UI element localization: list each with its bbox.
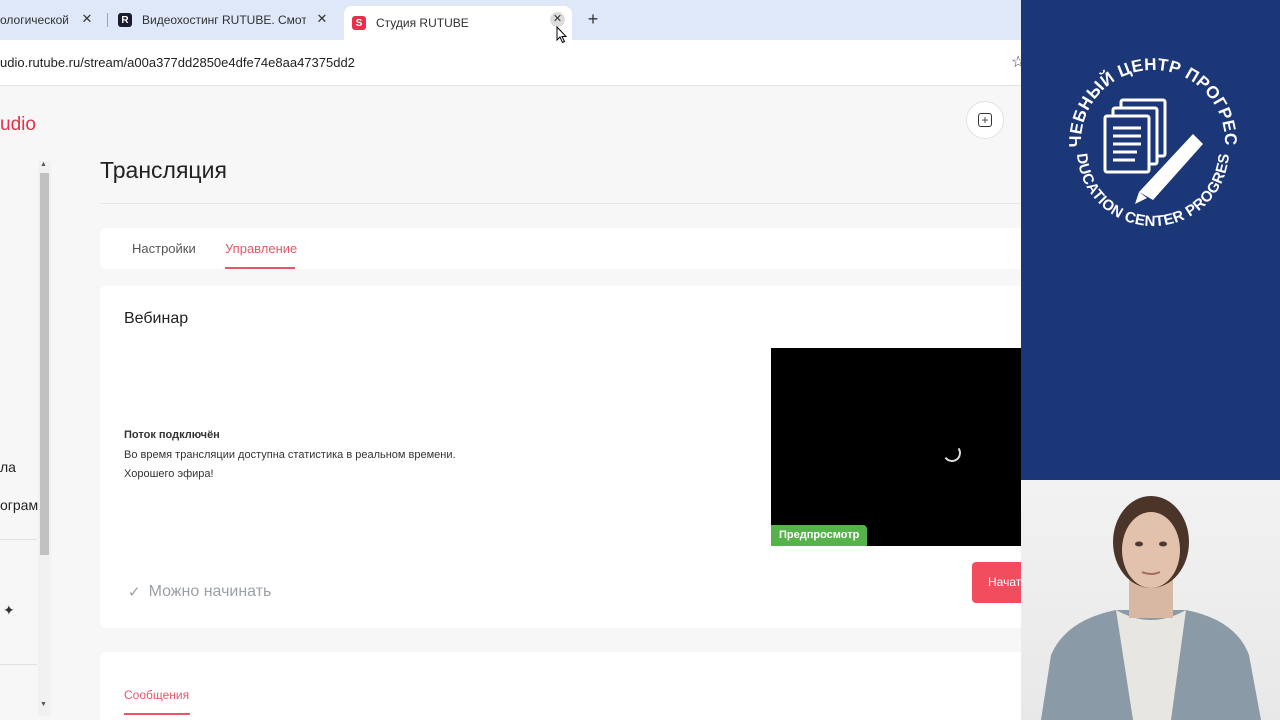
active-tab-underline bbox=[225, 267, 295, 269]
plus-square-icon: + bbox=[978, 113, 992, 127]
tab-messages[interactable]: Сообщения bbox=[124, 688, 189, 702]
preview-badge: Предпросмотр bbox=[771, 525, 868, 546]
add-button[interactable]: + bbox=[966, 101, 1004, 139]
plus-icon[interactable]: ✦ bbox=[3, 602, 15, 619]
scroll-up-icon[interactable]: ▲ bbox=[40, 161, 47, 168]
stream-status-title: Поток подключён bbox=[124, 429, 220, 441]
title-divider bbox=[100, 203, 1021, 204]
tab-settings[interactable]: Настройки bbox=[132, 241, 196, 256]
tab-strip: ологической · ✕ R Видеохостинг RUTUBE. С… bbox=[0, 0, 1021, 40]
presenter-panel: УЧЕБНЫЙ ЦЕНТР ПРОГРЕСС EDUCATION CENTER … bbox=[1021, 0, 1280, 720]
messages-tab-underline bbox=[124, 713, 190, 715]
messages-card: Сообщения bbox=[100, 652, 1021, 720]
scroll-down-icon[interactable]: ▼ bbox=[40, 701, 47, 708]
checkmark-icon: ✓ bbox=[128, 584, 141, 601]
page-title: Трансляция bbox=[100, 157, 227, 183]
close-icon[interactable]: ✕ bbox=[550, 12, 565, 27]
close-icon[interactable]: ✕ bbox=[80, 12, 94, 26]
page-tabs: Настройки Управление bbox=[100, 228, 1021, 269]
studio-logo[interactable]: udio bbox=[0, 114, 36, 136]
close-icon[interactable]: ✕ bbox=[315, 12, 329, 26]
tab-3-label: Студия RUTUBE bbox=[376, 16, 469, 30]
tab-1-label: ологической · bbox=[0, 13, 68, 27]
stream-status-line: Хорошего эфира! bbox=[124, 468, 214, 480]
studio-favicon-icon: S bbox=[352, 16, 366, 30]
url-text[interactable]: udio.rutube.ru/stream/a00a377dd2850e4dfe… bbox=[0, 55, 355, 70]
presenter-video bbox=[1021, 480, 1280, 720]
tab-management[interactable]: Управление bbox=[225, 241, 297, 256]
scrollbar-thumb[interactable] bbox=[40, 173, 49, 555]
tab-2-label: Видеохостинг RUTUBE. Смотрі bbox=[142, 13, 306, 27]
presenter-figure bbox=[1041, 496, 1261, 720]
ready-status: ✓ Можно начинать bbox=[128, 583, 271, 601]
browser-window: ологической · ✕ R Видеохостинг RUTUBE. С… bbox=[0, 0, 1021, 720]
bookmark-star-icon[interactable]: ☆ bbox=[1011, 52, 1021, 72]
stream-status-line: Во время трансляции доступна статистика … bbox=[124, 449, 456, 461]
sidebar-item-1[interactable]: ла bbox=[0, 459, 16, 475]
tab-2[interactable]: R Видеохостинг RUTUBE. Смотрі ✕ bbox=[118, 6, 336, 34]
tab-separator bbox=[107, 13, 108, 27]
ready-text: Можно начинать bbox=[148, 583, 272, 600]
mouse-cursor-icon bbox=[556, 26, 568, 44]
new-tab-button[interactable]: + bbox=[585, 10, 601, 30]
webinar-card: Вебинар Поток подключён Во время трансля… bbox=[100, 286, 1021, 628]
start-broadcast-button[interactable]: Начать bbox=[972, 562, 1021, 603]
sidebar-scrollbar[interactable]: ▲ ▼ bbox=[38, 161, 51, 716]
stream-preview[interactable]: Предпросмотр bbox=[771, 348, 1021, 546]
tab-1[interactable]: ологической · ✕ bbox=[0, 6, 100, 34]
sidebar-item-2[interactable]: ограм bbox=[0, 497, 38, 513]
sidebar-divider bbox=[0, 539, 37, 540]
rutube-favicon-icon: R bbox=[118, 13, 132, 27]
webinar-title: Вебинар bbox=[124, 310, 189, 327]
tab-3-active[interactable]: S Студия RUTUBE ✕ bbox=[344, 6, 572, 40]
education-center-logo: УЧЕБНЫЙ ЦЕНТР ПРОГРЕСС EDUCATION CENTER … bbox=[1063, 42, 1240, 230]
sidebar-divider bbox=[0, 664, 37, 665]
studio-page: udio ла ограм ✦ ▲ ▼ + Трансляция Настрой… bbox=[0, 86, 1021, 720]
loading-spinner-icon bbox=[941, 442, 963, 464]
address-bar[interactable]: udio.rutube.ru/stream/a00a377dd2850e4dfe… bbox=[0, 40, 1021, 86]
